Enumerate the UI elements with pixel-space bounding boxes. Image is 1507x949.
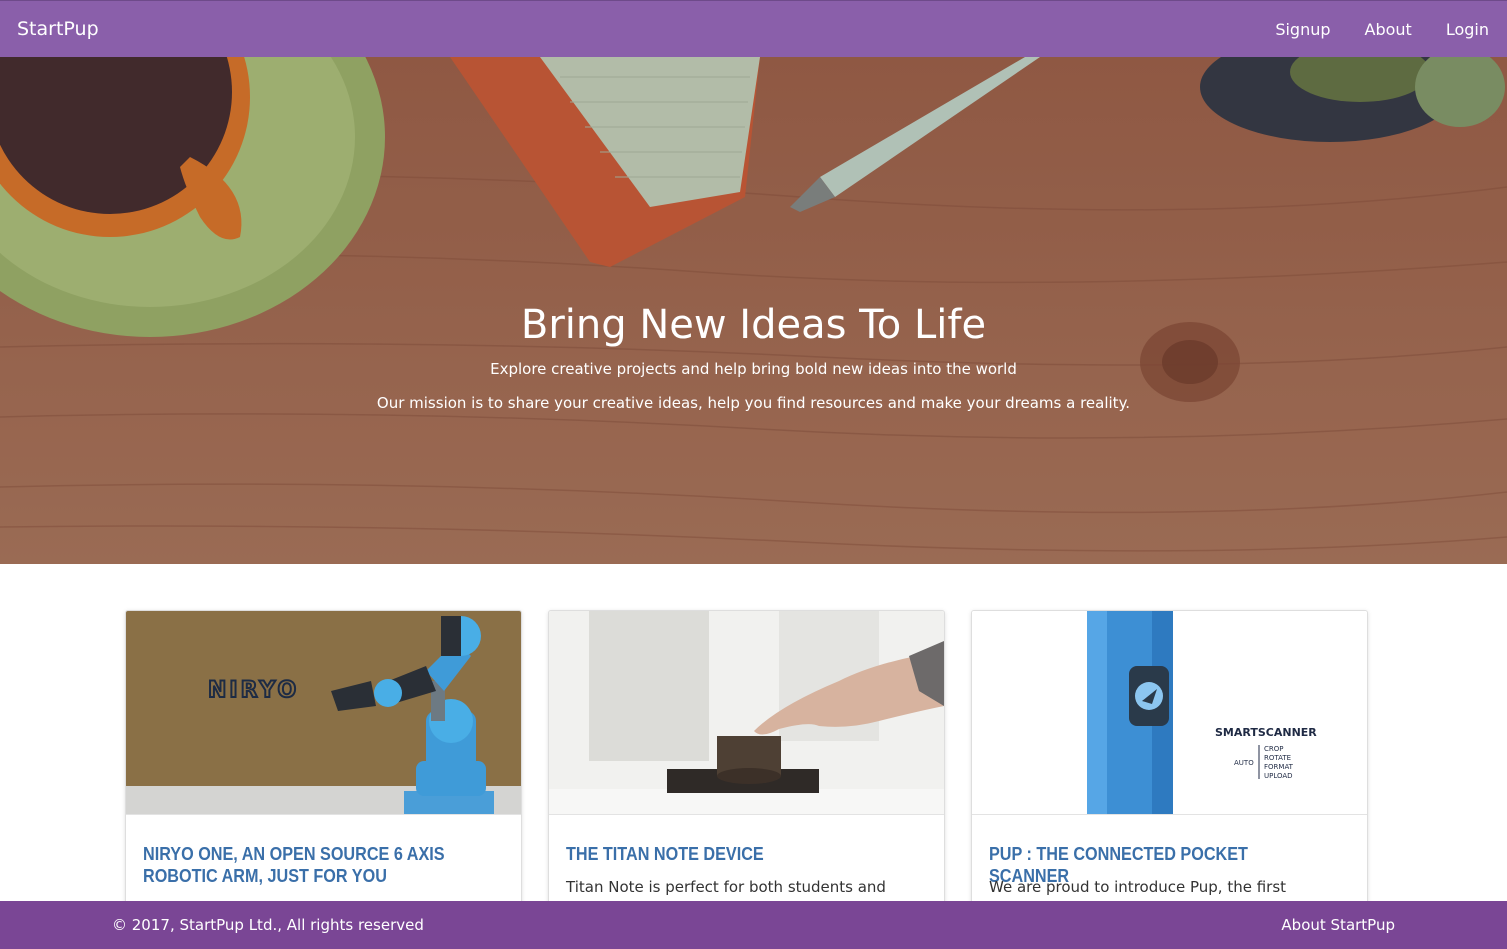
footer: © 2017, StartPup Ltd., All rights reserv… (0, 901, 1507, 949)
brand-logo-link[interactable]: StartPup (17, 18, 99, 40)
scanner-feature-format: FORMAT (1264, 763, 1294, 771)
scanner-feature-rotate: ROTATE (1264, 754, 1291, 762)
card-description: Titan Note is perfect for both students … (566, 878, 886, 896)
smartscanner-label: SMARTSCANNER (1215, 726, 1317, 739)
niryo-logo-text: NIRYO (208, 678, 299, 703)
nav-links: Signup About Login (1241, 20, 1489, 39)
scanner-feature-upload: UPLOAD (1264, 772, 1293, 780)
card-description: We are proud to introduce Pup, the first (989, 878, 1287, 896)
card-divider (972, 814, 1367, 815)
card-image-niryo: NIRYO (126, 611, 521, 814)
card-divider (126, 814, 521, 815)
scanner-auto-label: AUTO (1234, 759, 1254, 767)
project-card-niryo[interactable]: NIRYO NIRYO ONE, AN OPEN SOURCE 6 AXIS R… (125, 610, 522, 920)
project-card-titan-note[interactable]: THE TITAN NOTE DEVICE Titan Note is perf… (548, 610, 945, 920)
card-title[interactable]: THE TITAN NOTE DEVICE (566, 843, 872, 865)
top-navbar: StartPup Signup About Login (0, 0, 1507, 57)
nav-login-link[interactable]: Login (1446, 20, 1489, 39)
nav-signup-link[interactable]: Signup (1275, 20, 1330, 39)
card-divider (549, 814, 944, 815)
copyright-text: © 2017, StartPup Ltd., All rights reserv… (112, 916, 424, 934)
project-card-pup-scanner[interactable]: SMARTSCANNER AUTO CROP ROTATE FORMAT UPL… (971, 610, 1368, 920)
card-title[interactable]: NIRYO ONE, AN OPEN SOURCE 6 AXIS ROBOTIC… (143, 843, 449, 887)
footer-about-link[interactable]: About StartPup (1281, 916, 1395, 934)
card-image-titan-note (549, 611, 944, 814)
hero-banner: Bring New Ideas To Life Explore creative… (0, 57, 1507, 564)
card-image-pup-scanner: SMARTSCANNER AUTO CROP ROTATE FORMAT UPL… (972, 611, 1367, 814)
hero-subtitle: Explore creative projects and help bring… (490, 360, 1017, 378)
scanner-feature-crop: CROP (1264, 745, 1283, 753)
hero-mission: Our mission is to share your creative id… (376, 394, 1131, 412)
hero-title: Bring New Ideas To Life (520, 302, 987, 348)
nav-about-link[interactable]: About (1365, 20, 1412, 39)
